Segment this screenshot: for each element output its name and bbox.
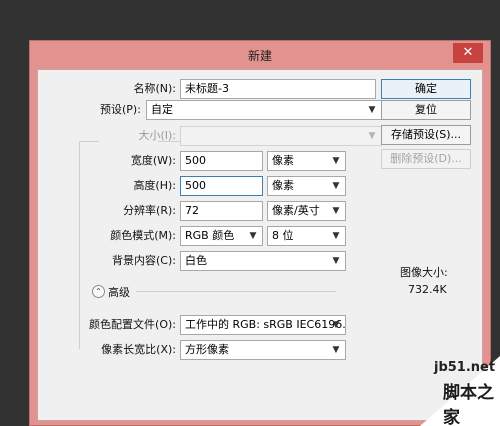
dialog-title: 新建 [247,49,272,63]
color-profile-select[interactable]: 工作中的 RGB: sRGB IEC6196... ▼ [180,315,346,335]
resolution-unit-select[interactable]: 像素/英寸 ▼ [267,201,346,221]
chevron-down-icon: ▼ [249,231,257,241]
chevron-down-icon: ▼ [368,105,376,115]
ok-button[interactable]: 确定 [381,79,471,99]
chevron-down-icon: ▼ [332,256,340,266]
name-label: 名称(N): [133,82,176,95]
resolution-input[interactable]: 72 [180,201,263,221]
image-size-value: 732.4K [408,283,447,296]
pixel-aspect-value: 方形像素 [185,343,229,356]
advanced-divider [136,291,336,292]
close-button[interactable]: ✕ [453,43,483,63]
chevron-down-icon: ▼ [332,320,340,330]
dialog-titlebar[interactable]: 新建 ✕ [30,41,490,69]
chevron-down-icon: ▼ [332,345,340,355]
background-select[interactable]: 白色 ▼ [180,251,346,271]
pixel-aspect-select[interactable]: 方形像素 ▼ [180,340,346,360]
height-unit-select[interactable]: 像素 ▼ [267,176,346,196]
delete-preset-button: 删除预设(D)... [381,149,471,169]
advanced-toggle-button[interactable]: ⌃ [92,285,105,298]
preset-select-value: 自定 [151,103,173,116]
color-profile-label: 颜色配置文件(O): [89,318,176,331]
watermark-site: jb51.net [434,360,496,375]
save-preset-button[interactable]: 存储预设(S)... [381,125,471,145]
color-mode-value: RGB 颜色 [185,229,235,242]
height-label: 高度(H): [133,179,176,192]
reset-button[interactable]: 复位 [381,100,471,120]
size-select: ▼ [180,126,382,146]
width-unit-value: 像素 [272,154,294,167]
name-input[interactable]: 未标题-3 [180,79,376,99]
pixel-aspect-label: 像素长宽比(X): [101,343,176,356]
image-size-label: 图像大小: [400,266,448,279]
height-unit-value: 像素 [272,179,294,192]
resolution-label: 分辨率(R): [123,204,176,217]
close-icon: ✕ [462,45,474,60]
width-unit-select[interactable]: 像素 ▼ [267,151,346,171]
resolution-unit-value: 像素/英寸 [272,204,320,217]
chevron-down-icon: ▼ [332,156,340,166]
chevron-down-icon: ▼ [332,231,340,241]
width-label: 宽度(W): [130,154,176,167]
dialog-client-area: 名称(N): 未标题-3 预设(P): 自定 ▼ 大小(I): ▼ 宽度(W):… [37,69,483,421]
bit-depth-value: 8 位 [272,229,294,242]
advanced-label: 高级 [108,286,130,299]
color-profile-value: 工作中的 RGB: sRGB IEC6196... [185,318,346,331]
chevron-down-icon: ▼ [332,206,340,216]
background-label: 背景内容(C): [112,254,176,267]
site-watermark: jb51.net 脚本之家 [420,356,500,426]
chevron-down-icon: ▼ [368,131,376,141]
preset-select[interactable]: 自定 ▼ [146,100,382,120]
watermark-name: 脚本之家 [443,383,494,426]
size-label: 大小(I): [138,129,176,142]
color-mode-label: 颜色模式(M): [110,229,176,242]
background-value: 白色 [185,254,207,267]
chevron-down-icon: ▼ [332,181,340,191]
color-mode-select[interactable]: RGB 颜色 ▼ [180,226,263,246]
height-input[interactable]: 500 [180,176,263,196]
bit-depth-select[interactable]: 8 位 ▼ [267,226,346,246]
chevron-up-icon: ⌃ [95,287,102,296]
width-input[interactable]: 500 [180,151,263,171]
